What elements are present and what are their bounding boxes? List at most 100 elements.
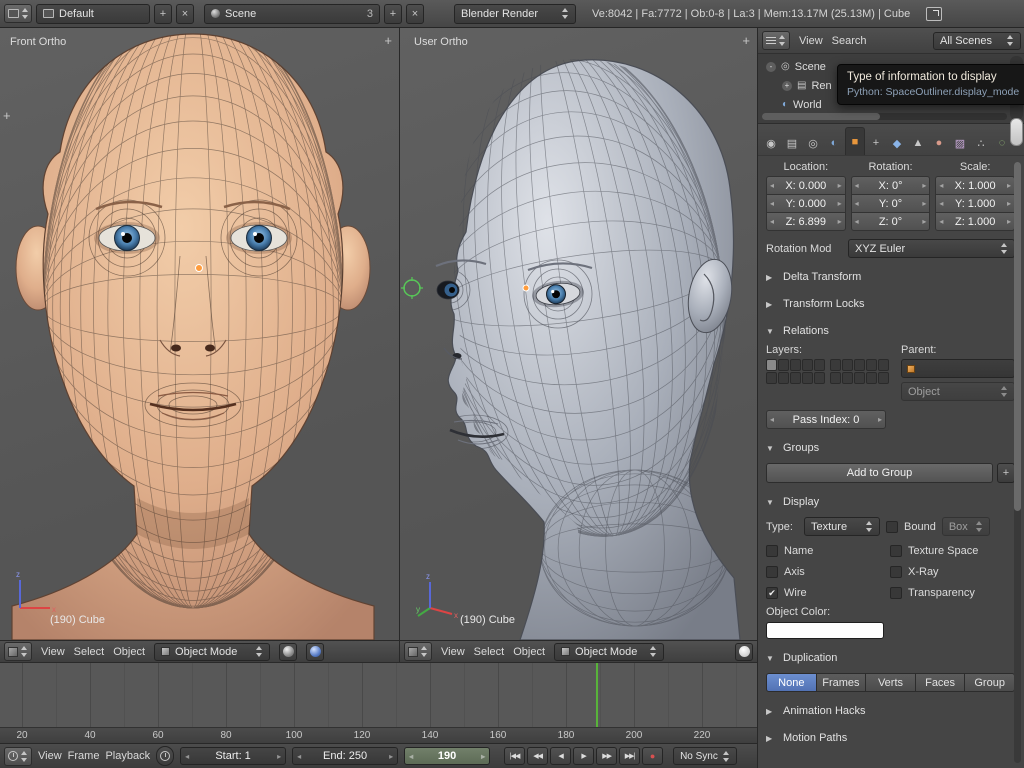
checkbox-name[interactable]: Name	[766, 545, 886, 557]
new-group-button[interactable]: +	[997, 463, 1015, 483]
menu-object[interactable]: Object	[113, 646, 145, 658]
editor-type-3dview-icon[interactable]	[404, 642, 432, 661]
menu-select[interactable]: Select	[74, 646, 105, 658]
layer-toggle[interactable]	[830, 359, 841, 371]
layer-toggle[interactable]	[842, 359, 853, 371]
frame-end-field[interactable]: ◂End: 250▸	[292, 747, 398, 765]
tab-data[interactable]: ▲	[908, 131, 928, 155]
menu-view[interactable]: View	[38, 750, 62, 762]
outliner-horizontal-scrollbar[interactable]	[762, 113, 1007, 120]
transform-field[interactable]: ◂Y: 0.000▸	[766, 194, 846, 213]
panel-duplication[interactable]: ▼Duplication	[766, 650, 1015, 666]
menu-frame[interactable]: Frame	[68, 750, 100, 762]
add-scene-button[interactable]: +	[384, 4, 402, 24]
panel-transform-locks[interactable]: ▶Transform Locks	[766, 296, 1015, 312]
editor-type-timeline-icon[interactable]	[4, 747, 32, 766]
viewport-shading-button[interactable]	[735, 643, 753, 661]
parent-field[interactable]	[901, 359, 1015, 378]
layer-toggle[interactable]	[830, 372, 841, 384]
checkbox-wire[interactable]: ✔Wire	[766, 587, 886, 599]
jump-to-end-button[interactable]: ▶▶|	[619, 747, 640, 765]
viewport-shading-button[interactable]	[279, 643, 297, 661]
tab-render[interactable]: ◉	[761, 131, 781, 155]
layer-toggle[interactable]	[778, 372, 789, 384]
tab-modifiers[interactable]: ◆	[887, 131, 907, 155]
pass-index-field[interactable]: ◂Pass Index: 0▸	[766, 410, 886, 429]
checkbox-box[interactable]	[766, 566, 778, 578]
menu-object[interactable]: Object	[513, 646, 545, 658]
playhead[interactable]	[596, 663, 598, 727]
checkbox-x-ray[interactable]: X-Ray	[890, 566, 1015, 578]
menu-view[interactable]: View	[41, 646, 65, 658]
panel-display[interactable]: ▼Display	[766, 494, 1015, 510]
duplication-none[interactable]: None	[766, 673, 817, 692]
draw-type-dropdown[interactable]: Texture	[804, 517, 880, 536]
record-button[interactable]: ●	[642, 747, 663, 765]
transform-field[interactable]: ◂Z: 1.000▸	[935, 212, 1015, 231]
decrement-icon[interactable]: ◂	[409, 752, 413, 761]
layer-toggle[interactable]	[790, 372, 801, 384]
editor-type-info-icon[interactable]	[4, 4, 32, 23]
checkbox-transparency[interactable]: Transparency	[890, 587, 1015, 599]
scrollbar-thumb[interactable]	[762, 113, 880, 120]
tab-particles[interactable]: ∴	[971, 131, 991, 155]
layer-toggle[interactable]	[878, 359, 889, 371]
next-keyframe-button[interactable]: ▶▶	[596, 747, 617, 765]
play-reverse-button[interactable]: ◀	[550, 747, 571, 765]
toolbar-plus-icon[interactable]: +	[3, 108, 11, 123]
sync-mode-dropdown[interactable]: No Sync	[673, 747, 737, 765]
layers-grid-1[interactable]	[766, 359, 825, 384]
add-layout-button[interactable]: +	[154, 4, 172, 24]
bound-type-dropdown[interactable]: Box	[942, 517, 990, 536]
rotation-mode-dropdown[interactable]: XYZ Euler	[848, 239, 1015, 258]
increment-icon[interactable]: ▸	[277, 752, 281, 761]
checkbox-box[interactable]	[890, 545, 902, 557]
transform-field[interactable]: ◂X: 0.000▸	[766, 176, 846, 195]
tab-material[interactable]: ●	[929, 131, 949, 155]
scrollbar-thumb[interactable]	[1010, 118, 1023, 146]
prev-keyframe-button[interactable]: ◀◀	[527, 747, 548, 765]
decrement-icon[interactable]: ◂	[770, 415, 774, 424]
checkbox-texture-space[interactable]: Texture Space	[890, 545, 1015, 557]
menu-playback[interactable]: Playback	[105, 750, 150, 762]
duplication-verts[interactable]: Verts	[865, 673, 916, 692]
increment-icon[interactable]: ▸	[389, 752, 393, 761]
object-color-swatch[interactable]	[766, 622, 884, 639]
checkbox-box[interactable]	[890, 566, 902, 578]
layer-toggle[interactable]	[854, 372, 865, 384]
tab-render-layers[interactable]: ▤	[782, 131, 802, 155]
layer-toggle[interactable]	[866, 359, 877, 371]
region-plus-icon[interactable]: +	[742, 33, 750, 48]
panel-groups[interactable]: ▼Groups	[766, 440, 1015, 456]
layer-toggle[interactable]	[814, 359, 825, 371]
layer-toggle[interactable]	[814, 372, 825, 384]
tab-physics[interactable]: ◌	[992, 131, 1012, 155]
region-plus-icon[interactable]: +	[384, 33, 392, 48]
layer-toggle[interactable]	[778, 359, 789, 371]
play-button[interactable]: ▶	[573, 747, 594, 765]
checkbox-box[interactable]	[890, 587, 902, 599]
layer-toggle[interactable]	[866, 372, 877, 384]
duplication-frames[interactable]: Frames	[816, 673, 867, 692]
add-to-group-button[interactable]: Add to Group	[766, 463, 993, 483]
menu-select[interactable]: Select	[474, 646, 505, 658]
current-frame-field[interactable]: ◂190▸	[404, 747, 490, 765]
layer-toggle[interactable]	[766, 372, 777, 384]
decrement-icon[interactable]: ◂	[297, 752, 301, 761]
transform-field[interactable]: ◂Y: 1.000▸	[935, 194, 1015, 213]
manipulator-button[interactable]	[306, 643, 324, 661]
menu-view[interactable]: View	[441, 646, 465, 658]
tab-world[interactable]: ◐	[824, 131, 844, 155]
tab-object[interactable]: ■	[845, 127, 865, 155]
jump-to-start-button[interactable]: |◀◀	[504, 747, 525, 765]
checkbox-box[interactable]	[766, 545, 778, 557]
tab-scene[interactable]: ◎	[803, 131, 823, 155]
layers-grid-2[interactable]	[830, 359, 889, 384]
transform-field[interactable]: ◂Z: 6.899▸	[766, 212, 846, 231]
tab-constraints[interactable]: +	[866, 131, 886, 155]
duplication-group[interactable]: Group	[964, 673, 1015, 692]
layer-toggle[interactable]	[854, 359, 865, 371]
viewport-user-canvas[interactable]	[400, 28, 757, 640]
scr ollbar-thumb[interactable]	[1014, 162, 1021, 511]
properties-scrollbar[interactable]	[1014, 162, 1021, 763]
